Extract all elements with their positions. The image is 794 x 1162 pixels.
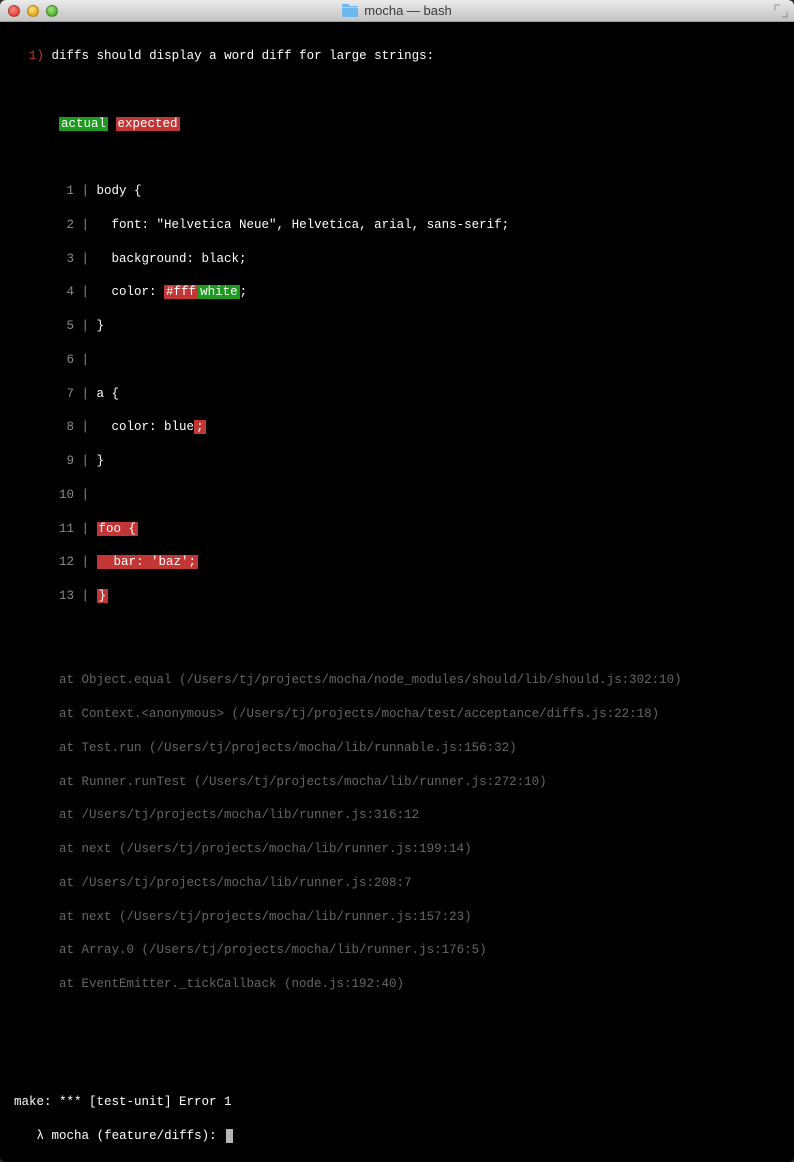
diff-segment: foo {: [97, 522, 139, 536]
prompt-branch-close: ):: [202, 1129, 217, 1143]
diff-line: 4 | color: #fffwhite;: [14, 284, 780, 301]
stack-frame: at /Users/tj/projects/mocha/lib/runner.j…: [14, 875, 780, 892]
fullscreen-icon[interactable]: [774, 4, 788, 18]
diff-segment: #fff: [164, 285, 198, 299]
diff-line: 10 |: [14, 487, 780, 504]
diff-segment: color: blue: [89, 420, 194, 434]
make-error: make: *** [test-unit] Error 1: [14, 1094, 780, 1111]
diff-line: 5 | }: [14, 318, 780, 335]
test-title: diffs should display a word diff for lar…: [52, 49, 435, 63]
cursor: [226, 1129, 233, 1143]
prompt-branch-open: (: [97, 1129, 105, 1143]
terminal-window: mocha — bash 1) diffs should display a w…: [0, 0, 794, 1162]
diff-segment: a {: [89, 387, 119, 401]
diff-line: 1 | body {: [14, 183, 780, 200]
diff-segment: font: "Helvetica Neue", Helvetica, arial…: [89, 218, 509, 232]
legend-expected: expected: [116, 117, 180, 131]
prompt-path: mocha: [52, 1129, 90, 1143]
stack-frame: at Test.run (/Users/tj/projects/mocha/li…: [14, 740, 780, 757]
stack-frame: at EventEmitter._tickCallback (node.js:1…: [14, 976, 780, 993]
diff-line: 12 | bar: 'baz';: [14, 554, 780, 571]
stack-frame: at Runner.runTest (/Users/tj/projects/mo…: [14, 774, 780, 791]
stack-trace: at Object.equal (/Users/tj/projects/moch…: [14, 672, 780, 993]
test-number: 1): [29, 49, 44, 63]
diff-line: 8 | color: blue;: [14, 419, 780, 436]
diff-segment: background: black;: [89, 252, 247, 266]
diff-segment: [89, 522, 97, 536]
diff-segment: ;: [240, 285, 248, 299]
diff-segment: }: [89, 319, 104, 333]
diff-line: 13 | }: [14, 588, 780, 605]
stack-frame: at Array.0 (/Users/tj/projects/mocha/lib…: [14, 942, 780, 959]
diff-segment: [89, 589, 97, 603]
stack-frame: at Context.<anonymous> (/Users/tj/projec…: [14, 706, 780, 723]
stack-frame: at next (/Users/tj/projects/mocha/lib/ru…: [14, 841, 780, 858]
traffic-lights: [8, 5, 58, 17]
diff-line: 6 |: [14, 352, 780, 369]
window-title: mocha — bash: [0, 3, 794, 18]
diff-line: 7 | a {: [14, 386, 780, 403]
window-title-text: mocha — bash: [364, 3, 451, 18]
prompt-branch: feature/diffs: [104, 1129, 202, 1143]
diff-segment: white: [198, 285, 240, 299]
diff-segment: [89, 555, 97, 569]
diff-line: 9 | }: [14, 453, 780, 470]
stack-frame: at Object.equal (/Users/tj/projects/moch…: [14, 672, 780, 689]
diff-line: 3 | background: black;: [14, 251, 780, 268]
terminal-body[interactable]: 1) diffs should display a word diff for …: [0, 22, 794, 1162]
titlebar: mocha — bash: [0, 0, 794, 22]
stack-frame: at next (/Users/tj/projects/mocha/lib/ru…: [14, 909, 780, 926]
folder-icon: [342, 4, 358, 17]
diff-segment: body {: [89, 184, 142, 198]
diff-segment: }: [89, 454, 104, 468]
diff-segment: bar: 'baz';: [97, 555, 199, 569]
minimize-icon[interactable]: [27, 5, 39, 17]
diff-line: 11 | foo {: [14, 521, 780, 538]
zoom-icon[interactable]: [46, 5, 58, 17]
diff-line: 2 | font: "Helvetica Neue", Helvetica, a…: [14, 217, 780, 234]
close-icon[interactable]: [8, 5, 20, 17]
prompt-symbol: λ: [37, 1129, 45, 1143]
diff-segment: }: [97, 589, 109, 603]
diff-segment: [89, 488, 97, 502]
stack-frame: at /Users/tj/projects/mocha/lib/runner.j…: [14, 807, 780, 824]
legend-actual: actual: [59, 117, 108, 131]
diff-segment: [89, 353, 97, 367]
diff-block: 1 | body { 2 | font: "Helvetica Neue", H…: [14, 183, 780, 605]
diff-segment: ;: [194, 420, 206, 434]
diff-segment: color:: [89, 285, 164, 299]
